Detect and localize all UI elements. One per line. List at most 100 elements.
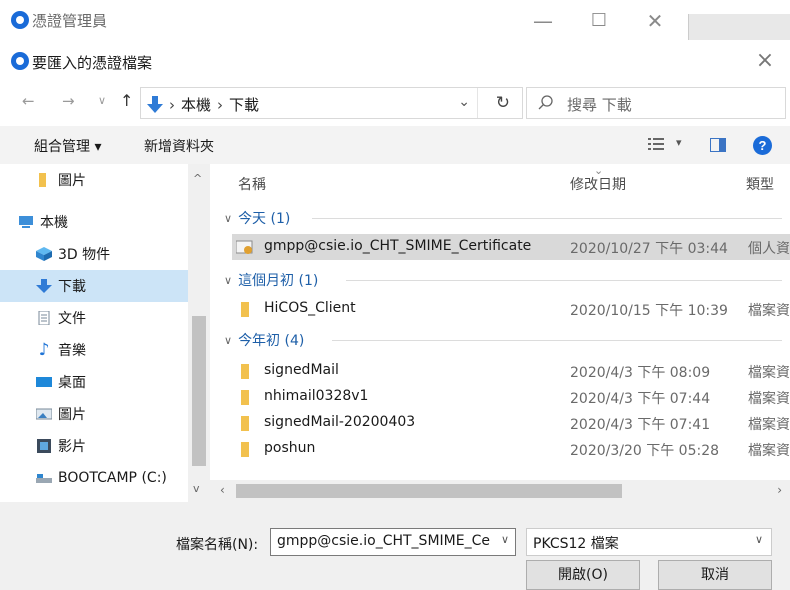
sidebar-item-pictures[interactable]: 圖片 bbox=[0, 398, 188, 430]
column-header-type[interactable]: 類型 bbox=[746, 174, 774, 194]
horizontal-scroll-thumb[interactable] bbox=[236, 484, 622, 498]
collapse-chevron-icon: ∨ bbox=[224, 211, 233, 225]
pictures-icon bbox=[36, 408, 52, 420]
help-icon[interactable]: ? bbox=[753, 136, 772, 155]
sidebar-item-label: 下載 bbox=[58, 279, 86, 295]
search-placeholder: 搜尋 下載 bbox=[567, 96, 632, 114]
scroll-right-icon[interactable]: › bbox=[777, 483, 782, 497]
scroll-up-icon[interactable]: ^ bbox=[193, 172, 202, 185]
command-toolbar: 組合管理 ▾ 新增資料夾 ▾ ? bbox=[0, 126, 790, 164]
file-type: 個人資訊交換 bbox=[748, 241, 790, 257]
file-row[interactable]: signedMail-20200403 2020/4/3 下午 07:41 檔案… bbox=[232, 410, 790, 436]
file-date: 2020/10/15 下午 10:39 bbox=[570, 303, 728, 319]
file-name: gmpp@csie.io_CHT_SMIME_Certificate bbox=[264, 238, 532, 254]
sidebar-scrollbar[interactable]: ^ v bbox=[188, 164, 210, 502]
horizontal-scrollbar[interactable]: ‹ › bbox=[210, 480, 790, 502]
document-icon bbox=[38, 311, 50, 325]
group-label: 今年初 (4) bbox=[238, 333, 305, 349]
search-box[interactable]: 搜尋 下載 bbox=[526, 87, 786, 119]
sidebar-item-bootcamp-drive[interactable]: BOOTCAMP (C:) bbox=[0, 462, 188, 494]
group-divider bbox=[332, 340, 782, 341]
dialog-icon bbox=[11, 52, 29, 70]
address-dropdown-chevron-icon[interactable]: ⌄ bbox=[458, 94, 470, 110]
sidebar-item-label: 3D 物件 bbox=[58, 247, 111, 263]
filetype-dropdown-chevron-icon[interactable]: ∨ bbox=[755, 533, 763, 546]
filetype-select[interactable]: PKCS12 檔案 ∨ bbox=[526, 528, 772, 556]
certificate-icon bbox=[236, 240, 253, 254]
sidebar-item-pictures-pinned[interactable]: 圖片 bbox=[0, 164, 188, 196]
navigation-pane: 圖片 本機 3D 物件 下載 文件 ♪ 音樂 桌面 圖片 影片 BOOTCAMP… bbox=[0, 164, 210, 502]
navigation-bar: ← → ∨ ↑ › 本機 › 下載 ⌄ ↻ 搜尋 下載 bbox=[0, 80, 790, 126]
group-label: 這個月初 (1) bbox=[238, 273, 319, 289]
video-icon bbox=[37, 439, 51, 453]
filename-combobox[interactable]: gmpp@csie.io_CHT_SMIME_Certificate ∨ bbox=[270, 528, 516, 556]
view-options-dropdown-icon[interactable]: ▾ bbox=[676, 136, 682, 149]
computer-icon bbox=[19, 216, 33, 228]
open-button[interactable]: 開啟(O) bbox=[526, 560, 640, 590]
download-icon bbox=[36, 279, 52, 293]
folder-icon bbox=[39, 173, 46, 187]
parent-window-title: 憑證管理員 bbox=[32, 12, 108, 30]
download-folder-icon bbox=[147, 95, 163, 113]
breadcrumb-this-pc[interactable]: 本機 bbox=[181, 94, 211, 115]
preview-pane-icon[interactable] bbox=[710, 138, 726, 152]
scroll-left-icon[interactable]: ‹ bbox=[220, 483, 225, 497]
maximize-button[interactable]: ☐ bbox=[576, 6, 622, 36]
parent-close-button[interactable]: ✕ bbox=[632, 6, 678, 36]
file-name: nhimail0328v1 bbox=[264, 388, 369, 404]
file-date: 2020/10/27 下午 03:44 bbox=[570, 241, 728, 257]
up-arrow-icon[interactable]: ↑ bbox=[120, 91, 133, 110]
group-label: 今天 (1) bbox=[238, 211, 291, 227]
back-arrow-icon[interactable]: ← bbox=[22, 92, 35, 110]
file-row[interactable]: nhimail0328v1 2020/4/3 下午 07:44 檔案資料夾 bbox=[232, 384, 790, 410]
sidebar-item-this-pc[interactable]: 本機 bbox=[0, 206, 188, 238]
address-bar[interactable]: › 本機 › 下載 ⌄ ↻ bbox=[140, 87, 523, 119]
view-options-icon[interactable] bbox=[648, 137, 664, 151]
file-row[interactable]: poshun 2020/3/20 下午 05:28 檔案資料夾 bbox=[232, 436, 790, 462]
new-folder-button[interactable]: 新增資料夾 bbox=[144, 136, 214, 156]
sidebar-item-music[interactable]: ♪ 音樂 bbox=[0, 334, 188, 366]
cancel-button[interactable]: 取消 bbox=[658, 560, 772, 590]
sidebar-item-label: 音樂 bbox=[58, 343, 86, 359]
sidebar-item-downloads[interactable]: 下載 bbox=[0, 270, 188, 302]
file-row[interactable]: gmpp@csie.io_CHT_SMIME_Certificate 2020/… bbox=[232, 234, 790, 260]
breadcrumb-separator: › bbox=[217, 95, 224, 114]
group-divider bbox=[346, 280, 782, 281]
group-header-earlier-this-year[interactable]: ∨ 今年初 (4) bbox=[224, 330, 782, 350]
column-header-date[interactable]: 修改日期 bbox=[570, 174, 626, 194]
sidebar-item-documents[interactable]: 文件 bbox=[0, 302, 188, 334]
dialog-close-button[interactable]: × bbox=[750, 46, 780, 76]
minimize-button[interactable]: — bbox=[520, 6, 566, 36]
file-type: 檔案資料夾 bbox=[748, 365, 790, 381]
sidebar-item-videos[interactable]: 影片 bbox=[0, 430, 188, 462]
file-row[interactable]: signedMail 2020/4/3 下午 08:09 檔案資料夾 bbox=[232, 358, 790, 384]
filename-dropdown-chevron-icon[interactable]: ∨ bbox=[501, 533, 509, 546]
sidebar-item-label: 本機 bbox=[40, 215, 68, 231]
forward-arrow-icon[interactable]: → bbox=[62, 92, 75, 110]
folder-icon bbox=[241, 416, 249, 431]
folder-icon bbox=[241, 390, 249, 405]
recent-locations-chevron-icon[interactable]: ∨ bbox=[98, 94, 106, 107]
group-header-today[interactable]: ∨ 今天 (1) bbox=[224, 208, 782, 228]
sidebar-item-desktop[interactable]: 桌面 bbox=[0, 366, 188, 398]
sidebar-item-3d-objects[interactable]: 3D 物件 bbox=[0, 238, 188, 270]
organize-menu-button[interactable]: 組合管理 ▾ bbox=[34, 136, 101, 156]
file-row[interactable]: HiCOS_Client 2020/10/15 下午 10:39 檔案資料夾 bbox=[232, 296, 790, 322]
sidebar-scroll-thumb[interactable] bbox=[192, 316, 206, 466]
file-date: 2020/3/20 下午 05:28 bbox=[570, 443, 720, 459]
parent-window-titlebar: 憑證管理員 — ☐ ✕ bbox=[0, 0, 790, 42]
file-type: 檔案資料夾 bbox=[748, 443, 790, 459]
scroll-down-icon[interactable]: v bbox=[193, 482, 200, 495]
group-header-earlier-this-month[interactable]: ∨ 這個月初 (1) bbox=[224, 270, 782, 290]
filename-value[interactable]: gmpp@csie.io_CHT_SMIME_Certificate bbox=[277, 533, 491, 549]
file-date: 2020/4/3 下午 07:41 bbox=[570, 417, 711, 433]
breadcrumb-downloads[interactable]: 下載 bbox=[229, 94, 259, 115]
music-icon: ♪ bbox=[38, 340, 50, 360]
file-name: HiCOS_Client bbox=[264, 300, 356, 316]
sidebar-item-label: 圖片 bbox=[58, 407, 86, 423]
column-header-name[interactable]: 名稱 bbox=[238, 174, 266, 194]
collapse-chevron-icon: ∨ bbox=[224, 273, 233, 287]
refresh-icon[interactable]: ↻ bbox=[496, 93, 510, 113]
group-divider bbox=[312, 218, 782, 219]
file-type: 檔案資料夾 bbox=[748, 303, 790, 319]
